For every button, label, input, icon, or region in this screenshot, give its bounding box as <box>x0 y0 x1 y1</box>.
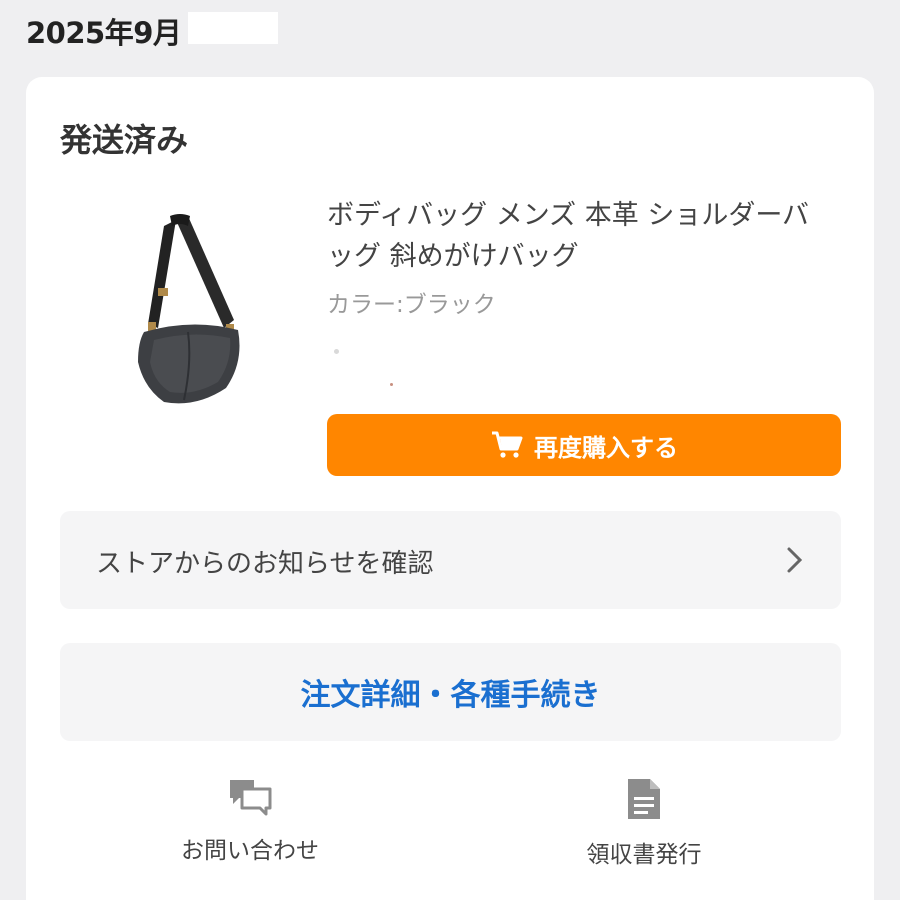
order-card: 発送済み ボディバッグ メンズ 本革 ショルダーバッグ 斜めがけバッグ カラー:… <box>26 77 874 900</box>
order-date-heading: 2025年9月 <box>26 16 182 50</box>
contact-label: お問い合わせ <box>181 838 319 864</box>
store-notice-link[interactable]: ストアからのお知らせを確認 <box>60 511 841 609</box>
receipt-label: 領収書発行 <box>586 842 702 868</box>
product-name[interactable]: ボディバッグ メンズ 本革 ショルダーバッグ 斜めがけバッグ <box>327 195 827 277</box>
order-detail-button[interactable]: 注文詳細・各種手続き <box>60 643 841 741</box>
order-history-page: 2025年9月 発送済み ボディバッグ メンズ 本革 ショルダーバッグ 斜めがけ… <box>0 0 900 900</box>
faint-mark <box>334 349 339 354</box>
product-color: カラー:ブラック <box>327 292 496 318</box>
rebuy-button-label: 再度購入する <box>534 433 678 462</box>
faint-mark <box>390 383 393 386</box>
chat-bubbles-icon <box>230 780 272 816</box>
receipt-button[interactable]: 領収書発行 <box>524 777 764 877</box>
contact-button[interactable]: お問い合わせ <box>130 777 370 877</box>
cart-icon <box>492 431 523 458</box>
document-icon <box>628 779 660 819</box>
chevron-right-icon <box>787 547 803 573</box>
shipping-status: 発送済み <box>60 121 189 159</box>
date-redaction <box>188 12 278 44</box>
store-notice-label: ストアからのお知らせを確認 <box>96 549 434 579</box>
order-detail-label: 注文詳細・各種手続き <box>300 678 601 713</box>
rebuy-button[interactable]: 再度購入する <box>327 414 841 476</box>
product-image[interactable] <box>114 212 254 412</box>
